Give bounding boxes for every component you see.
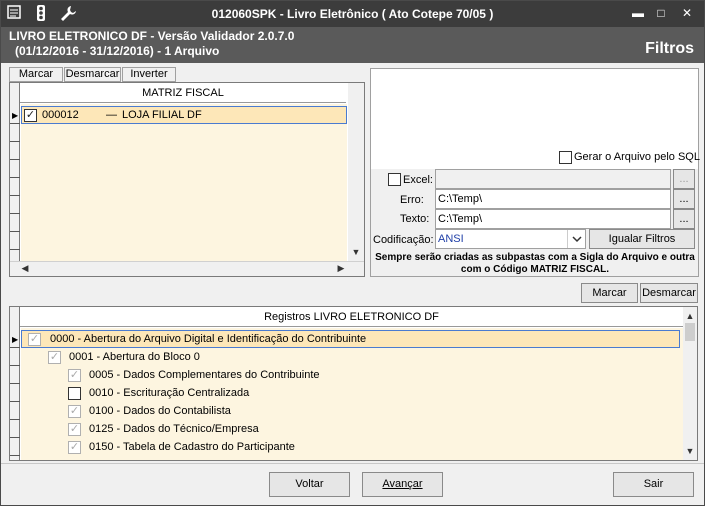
matriz-row-name: LOJA FILIAL DF xyxy=(122,109,202,121)
scroll-down-icon[interactable]: ▼ xyxy=(348,247,364,257)
desmarcar-tab[interactable]: Desmarcar xyxy=(64,67,121,82)
registros-vscrollbar[interactable]: ▲ ▼ xyxy=(683,307,697,460)
header-banner: LIVRO ELETRONICO DF - Versão Validador 2… xyxy=(1,27,704,63)
close-icon[interactable]: ✕ xyxy=(678,6,696,21)
texto-browse-button[interactable]: ... xyxy=(673,209,695,229)
scroll-down-icon[interactable]: ▼ xyxy=(683,446,697,456)
row-divider xyxy=(10,437,20,438)
row-divider xyxy=(10,419,20,420)
matriz-row-code: 000012 xyxy=(42,109,79,121)
row-divider xyxy=(10,231,20,232)
matriz-grid: MATRIZ FISCAL ▶ ✓ 000012 — LOJA FILIAL D… xyxy=(9,82,365,277)
registros-marcar-button[interactable]: Marcar xyxy=(581,283,638,303)
registro-label: 0000 - Abertura do Arquivo Digital e Ide… xyxy=(50,333,367,345)
matriz-row-checkbox[interactable]: ✓ xyxy=(24,109,37,122)
sair-button[interactable]: Sair xyxy=(613,472,694,497)
gerar-sql-label: Gerar o Arquivo pelo SQL xyxy=(574,151,700,163)
row-divider xyxy=(10,177,20,178)
scroll-left-icon[interactable]: ◀ xyxy=(20,263,30,274)
main-window: 012060SPK - Livro Eletrônico ( Ato Cotep… xyxy=(0,0,705,506)
row-divider xyxy=(10,213,20,214)
registros-grid: Registros LIVRO ELETRONICO DF ▶ ✓ 0000 -… xyxy=(9,306,698,461)
scroll-right-icon[interactable]: ▶ xyxy=(336,263,346,274)
row-divider xyxy=(10,401,20,402)
avancar-button[interactable]: Avançar xyxy=(362,472,443,497)
registros-desmarcar-button[interactable]: Desmarcar xyxy=(640,283,698,303)
registro-checkbox[interactable]: ✓ xyxy=(68,405,81,418)
scroll-thumb[interactable] xyxy=(685,323,695,341)
matriz-grid-header: MATRIZ FISCAL xyxy=(20,83,346,103)
row-divider xyxy=(10,123,20,124)
subfolder-note: Sempre serão criadas as subpastas com a … xyxy=(375,252,695,275)
excel-checkbox[interactable] xyxy=(388,173,401,186)
registro-checkbox[interactable]: ✓ xyxy=(68,369,81,382)
row-divider xyxy=(10,365,20,366)
excel-path-field[interactable] xyxy=(435,169,671,189)
section-title: Filtros xyxy=(645,40,694,57)
registro-label: 0100 - Dados do Contabilista xyxy=(89,405,231,417)
codificacao-label: Codificação: xyxy=(373,234,434,246)
gerar-sql-checkbox[interactable] xyxy=(559,151,572,164)
header-version: LIVRO ELETRONICO DF - Versão Validador 2… xyxy=(9,29,295,43)
filters-panel: Gerar o Arquivo pelo SQL Excel: ... Erro… xyxy=(370,68,700,277)
row-divider xyxy=(10,383,20,384)
matriz-vscrollbar[interactable]: ▼ xyxy=(348,83,364,261)
erro-path-field[interactable]: C:\Temp\ xyxy=(435,189,671,209)
matriz-row[interactable]: ✓ 000012 — LOJA FILIAL DF xyxy=(21,106,347,124)
codificacao-select[interactable]: ANSI xyxy=(435,229,586,249)
scroll-up-icon[interactable]: ▲ xyxy=(683,311,697,321)
registro-checkbox[interactable]: ✓ xyxy=(68,441,81,454)
registro-row-0000[interactable]: ✓ 0000 - Abertura do Arquivo Digital e I… xyxy=(21,330,680,348)
registro-label: 0001 - Abertura do Bloco 0 xyxy=(69,351,200,363)
current-row-indicator-icon: ▶ xyxy=(12,335,19,344)
voltar-button[interactable]: Voltar xyxy=(269,472,350,497)
registro-checkbox[interactable]: ✓ xyxy=(68,423,81,436)
registro-label: 0010 - Escrituração Centralizada xyxy=(89,387,250,399)
erro-browse-button[interactable]: ... xyxy=(673,189,695,209)
window-title: 012060SPK - Livro Eletrônico ( Ato Cotep… xyxy=(211,7,494,21)
footer-bar: Voltar Avançar Sair xyxy=(1,463,704,505)
current-row-indicator-icon: ▶ xyxy=(12,111,19,120)
inverter-tab[interactable]: Inverter xyxy=(122,67,176,82)
row-divider xyxy=(10,249,20,250)
matriz-hscrollbar[interactable]: ◀ ▶ xyxy=(10,261,364,276)
registro-label: 0150 - Tabela de Cadastro do Participant… xyxy=(89,441,295,453)
title-bar: 012060SPK - Livro Eletrônico ( Ato Cotep… xyxy=(1,1,704,27)
row-divider xyxy=(10,455,20,456)
registro-label: 0125 - Dados do Técnico/Empresa xyxy=(89,423,259,435)
registro-label: 0005 - Dados Complementares do Contribui… xyxy=(89,369,320,381)
row-divider xyxy=(10,195,20,196)
texto-label: Texto: xyxy=(400,213,430,225)
texto-path-field[interactable]: C:\Temp\ xyxy=(435,209,671,229)
row-divider xyxy=(10,141,20,142)
row-divider xyxy=(10,347,20,348)
matriz-row-separator: — xyxy=(106,109,117,121)
registro-checkbox[interactable]: ✓ xyxy=(28,333,41,346)
row-divider xyxy=(10,159,20,160)
registro-checkbox[interactable] xyxy=(68,387,81,400)
matriz-grid-body xyxy=(21,104,347,261)
registros-grid-header: Registros LIVRO ELETRONICO DF xyxy=(20,307,683,327)
minimize-icon[interactable]: ▬ xyxy=(629,6,647,21)
excel-browse-button[interactable]: ... xyxy=(673,169,695,189)
erro-label: Erro: xyxy=(400,194,424,206)
registro-checkbox[interactable]: ✓ xyxy=(48,351,61,364)
header-period: (01/12/2016 - 31/12/2016) - 1 Arquivo xyxy=(15,44,220,58)
chevron-down-icon[interactable] xyxy=(567,230,585,248)
maximize-icon[interactable]: □ xyxy=(652,6,670,21)
marcar-tab[interactable]: Marcar xyxy=(9,67,63,82)
excel-label: Excel: xyxy=(403,174,433,186)
igualar-filtros-button[interactable]: Igualar Filtros xyxy=(589,229,695,249)
